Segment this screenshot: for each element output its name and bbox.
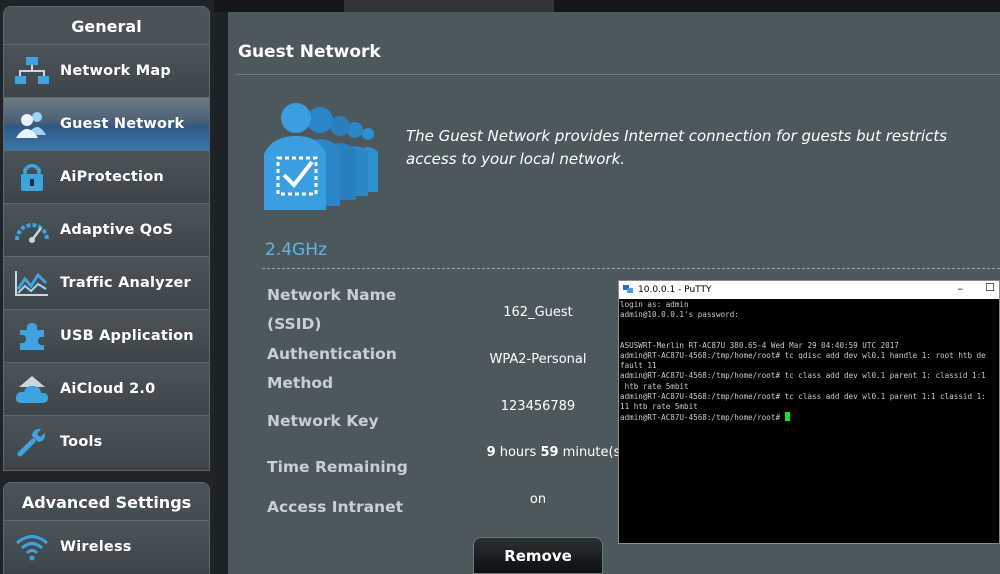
network-name-label: Network Name (SSID) xyxy=(267,286,397,333)
auth-method-value: WPA2-Personal xyxy=(489,352,587,367)
auth-method-label: Authentication Method xyxy=(267,345,397,392)
puzzle-icon xyxy=(12,316,52,356)
terminal-line: admin@10.0.0.1's password: xyxy=(620,310,739,320)
sidebar-item-network-map[interactable]: Network Map xyxy=(4,44,209,97)
terminal-line: admin@RT-AC87U-4568:/tmp/home/root# tc q… xyxy=(620,351,986,361)
band-divider xyxy=(262,268,1000,269)
maximize-button[interactable]: ☐ xyxy=(985,281,995,294)
putty-title: 10.0.0.1 - PuTTY xyxy=(638,285,712,295)
sidebar-item-label: Network Map xyxy=(60,63,171,79)
general-panel: General Network Map Guest Network AiProt… xyxy=(3,6,210,471)
sidebar-item-aiprotection[interactable]: AiProtection xyxy=(4,150,209,203)
speedometer-icon xyxy=(12,210,52,250)
putty-titlebar[interactable]: 10.0.0.1 - PuTTY – ☐ xyxy=(619,281,999,299)
terminal-line: ASUSWRT-Merlin RT-AC87U 380.65-4 Wed Mar… xyxy=(620,340,899,350)
network-key-value: 123456789 xyxy=(500,399,576,414)
lock-icon xyxy=(12,157,52,197)
sidebar-item-label: AiCloud 2.0 xyxy=(60,381,156,397)
sidebar-item-label: Adaptive QoS xyxy=(60,222,174,238)
terminal-line: fault 11 xyxy=(620,361,657,371)
sidebar-item-usb-application[interactable]: USB Application xyxy=(4,309,209,362)
terminal-line: 11 htb rate 5mbit xyxy=(620,402,698,412)
sidebar-item-label: AiProtection xyxy=(60,169,164,185)
wifi-icon xyxy=(12,527,52,567)
general-header: General xyxy=(71,17,142,36)
traffic-chart-icon xyxy=(12,263,52,303)
sidebar-item-adaptive-qos[interactable]: Adaptive QoS xyxy=(4,203,209,256)
terminal-line: admin@RT-AC87U-4568:/tmp/home/root# tc c… xyxy=(620,391,986,401)
sidebar-item-label: Wireless xyxy=(60,539,132,555)
top-strip xyxy=(214,0,1000,12)
sidebar: General Network Map Guest Network AiProt… xyxy=(0,0,214,574)
advanced-header: Advanced Settings xyxy=(21,493,192,512)
sidebar-item-label: Traffic Analyzer xyxy=(60,275,191,291)
time-remaining-label: Time Remaining xyxy=(267,458,408,476)
sidebar-item-wireless[interactable]: Wireless xyxy=(4,520,209,573)
guest-network-icon xyxy=(12,104,52,144)
band-label: 2.4GHz xyxy=(265,240,327,260)
page-title: Guest Network xyxy=(238,42,381,62)
intro-text: The Guest Network provides Internet conn… xyxy=(406,127,948,168)
access-intranet-label: Access Intranet xyxy=(267,498,404,516)
terminal-cursor xyxy=(784,412,790,422)
terminal-prompt: admin@RT-AC87U-4568:/tmp/home/root# xyxy=(620,413,785,423)
sidebar-item-label: Tools xyxy=(60,434,103,450)
terminal-output[interactable]: login as: admin admin@10.0.0.1's password… xyxy=(619,299,999,424)
advanced-panel: Advanced Settings Wireless xyxy=(3,482,210,574)
sidebar-item-label: USB Application xyxy=(60,328,194,344)
sidebar-item-traffic-analyzer[interactable]: Traffic Analyzer xyxy=(4,256,209,309)
sidebar-item-tools[interactable]: Tools xyxy=(4,415,209,468)
sidebar-item-aicloud[interactable]: AiCloud 2.0 xyxy=(4,362,209,415)
network-key-label: Network Key xyxy=(267,412,379,430)
putty-app-icon xyxy=(623,284,633,297)
sidebar-item-guest-network[interactable]: Guest Network xyxy=(4,97,209,150)
terminal-line: admin@RT-AC87U-4568:/tmp/home/root# tc c… xyxy=(620,371,986,381)
guest-people-icon xyxy=(260,102,385,216)
network-name-value: 162_Guest xyxy=(503,305,573,320)
sidebar-item-label: Guest Network xyxy=(60,116,185,132)
minimize-button[interactable]: – xyxy=(958,282,964,295)
terminal-prompt-line: admin@RT-AC87U-4568:/tmp/home/root# xyxy=(620,412,998,423)
terminal-line: login as: admin xyxy=(620,300,689,309)
access-intranet-value: on xyxy=(529,492,547,507)
network-map-icon xyxy=(12,51,52,91)
wrench-icon xyxy=(12,422,52,462)
remove-button[interactable]: Remove xyxy=(473,537,603,574)
title-divider xyxy=(236,74,1000,75)
putty-window[interactable]: 10.0.0.1 - PuTTY – ☐ login as: admin admi… xyxy=(618,280,1000,544)
terminal-line: htb rate 5mbit xyxy=(620,381,689,391)
cloud-house-icon xyxy=(12,369,52,409)
